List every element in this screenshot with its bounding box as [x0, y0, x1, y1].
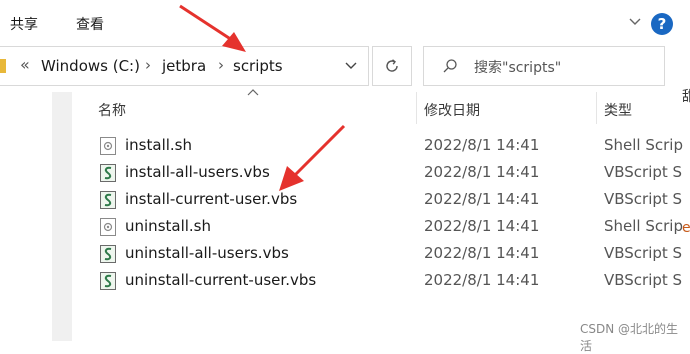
file-date: 2022/8/1 14:41: [424, 271, 540, 289]
address-dropdown-icon[interactable]: [344, 59, 358, 73]
refresh-button[interactable]: [372, 46, 412, 86]
shell-script-icon: [100, 137, 116, 155]
breadcrumb-separator-icon[interactable]: ›: [218, 56, 224, 74]
file-date: 2022/8/1 14:41: [424, 190, 540, 208]
file-row-uninstall-sh[interactable]: uninstall.sh 2022/8/1 14:41 Shell Scrip: [96, 214, 690, 240]
file-type: Shell Scrip: [604, 136, 683, 154]
folder-icon: [0, 59, 6, 73]
file-row-install-current-user-vbs[interactable]: install-current-user.vbs 2022/8/1 14:41 …: [96, 187, 690, 213]
file-type: Shell Scrip: [604, 217, 683, 235]
vbscript-icon: [100, 191, 116, 209]
file-name: uninstall-current-user.vbs: [125, 271, 317, 289]
file-date: 2022/8/1 14:41: [424, 244, 540, 262]
right-edge-fragment: en: [682, 220, 690, 236]
file-type: VBScript S: [604, 163, 683, 181]
refresh-icon: [386, 59, 398, 72]
file-type: VBScript S: [604, 244, 683, 262]
column-divider[interactable]: [596, 92, 597, 124]
ribbon-tab-view[interactable]: 查看: [76, 14, 104, 34]
expand-ribbon-chevron-icon[interactable]: [628, 15, 642, 29]
vbscript-icon: [100, 245, 116, 263]
search-icon: [443, 59, 457, 73]
file-name: uninstall-all-users.vbs: [125, 244, 289, 262]
column-divider[interactable]: [416, 92, 417, 124]
breadcrumb-jetbra[interactable]: jetbra: [162, 57, 206, 75]
file-name: install.sh: [125, 136, 192, 154]
breadcrumb-windows-c[interactable]: Windows (C:): [41, 57, 140, 75]
breadcrumb-overflow-icon[interactable]: «: [20, 55, 30, 74]
vbscript-icon: [100, 164, 116, 182]
breadcrumb-scripts[interactable]: scripts: [233, 57, 283, 75]
help-symbol: ?: [657, 15, 667, 33]
file-row-install-all-users-vbs[interactable]: install-all-users.vbs 2022/8/1 14:41 VBS…: [96, 160, 690, 186]
column-header-name[interactable]: 名称: [98, 100, 126, 120]
file-row-uninstall-all-users-vbs[interactable]: uninstall-all-users.vbs 2022/8/1 14:41 V…: [96, 241, 690, 267]
file-type: VBScript S: [604, 190, 683, 208]
file-name: uninstall.sh: [125, 217, 212, 235]
file-date: 2022/8/1 14:41: [424, 217, 540, 235]
file-row-install-sh[interactable]: install.sh 2022/8/1 14:41 Shell Scrip: [96, 133, 690, 159]
column-header-type[interactable]: 类型: [604, 100, 632, 120]
sort-ascending-icon: [247, 89, 259, 96]
file-type: VBScript S: [604, 271, 683, 289]
file-name: install-all-users.vbs: [125, 163, 270, 181]
shell-script-icon: [100, 218, 116, 236]
search-placeholder: 搜索"scripts": [474, 60, 562, 76]
file-name: install-current-user.vbs: [125, 190, 298, 208]
vbscript-icon: [100, 272, 116, 290]
file-date: 2022/8/1 14:41: [424, 163, 540, 181]
column-header-date[interactable]: 修改日期: [424, 100, 480, 120]
watermark: CSDN @北北的生活: [580, 322, 679, 353]
file-row-uninstall-current-user-vbs[interactable]: uninstall-current-user.vbs 2022/8/1 14:4…: [96, 268, 690, 294]
search-input[interactable]: 搜索"scripts": [423, 46, 665, 86]
right-edge-fragment: 甜: [682, 89, 690, 105]
ribbon: 共享 查看 ?: [0, 0, 690, 44]
navigation-pane[interactable]: [52, 92, 72, 341]
address-bar[interactable]: « Windows (C:) › jetbra › scripts: [0, 46, 369, 86]
help-icon[interactable]: ?: [651, 13, 673, 35]
ribbon-tab-share[interactable]: 共享: [10, 14, 38, 34]
breadcrumb-separator-icon[interactable]: ›: [145, 56, 151, 74]
file-date: 2022/8/1 14:41: [424, 136, 540, 154]
